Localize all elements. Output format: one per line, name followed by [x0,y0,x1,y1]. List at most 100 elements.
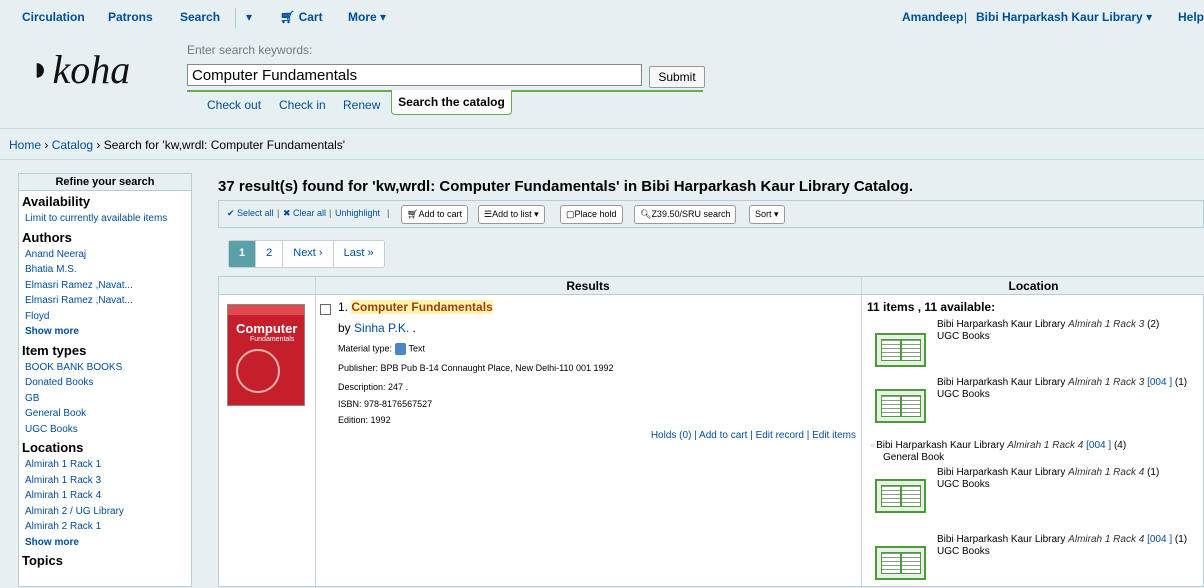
column-divider [315,277,316,588]
holding-shelf: Almirah 1 Rack 3 [1068,377,1145,388]
tab-check-in[interactable]: Check in [279,98,326,112]
add-to-cart-button[interactable]: 🛒︎Add to cart [401,205,468,224]
facet-location[interactable]: Almirah 1 Rack 4 [25,488,191,504]
select-record-checkbox[interactable] [320,304,331,315]
nav-cart[interactable]: 🛒︎ Cart [280,10,323,24]
record-author-link[interactable]: Sinha P.K. [354,321,409,335]
record-title-link[interactable]: Computer Fundamentals [351,300,493,314]
column-header-blank [219,277,315,295]
holding-call-number[interactable]: [004 ] [1147,377,1172,388]
place-hold-button[interactable]: ▢Place hold [560,205,623,224]
add-to-list-button[interactable]: ☰Add to list ▾ [478,205,545,224]
tab-renew[interactable]: Renew [343,98,380,112]
facet-title-authors: Authors [22,229,72,245]
facet-author[interactable]: Bhatia M.S. [25,262,191,278]
isbn-value: 978-8176567527 [364,399,433,409]
page-next[interactable]: Next › [283,241,334,267]
edit-record-link[interactable]: Edit record [756,430,804,441]
results-toolbar: ✔ Select all | ✖ Clear all | Unhighlight… [218,200,1204,228]
edit-items-link[interactable]: Edit items [812,430,856,441]
tab-search-catalog[interactable]: Search the catalog [391,90,512,115]
top-navbar: Circulation Patrons Search ▾ 🛒︎ Cart Mor… [0,0,1204,36]
facet-item-type[interactable]: BOOK BANK BOOKS [25,360,191,376]
nav-patrons[interactable]: Patrons [108,10,153,24]
breadcrumb-chevron-icon: › [41,138,52,152]
nav-user-separator: | [964,10,968,24]
holding-shelf: Almirah 1 Rack 4 [1068,534,1145,545]
record-add-to-cart-link[interactable]: Add to cart [699,430,747,441]
holding-text: Bibi Harparkash Kaur Library Almirah 1 R… [937,319,1159,343]
z3950-search-button[interactable]: 🔍︎Z39.50/SRU search [634,205,737,224]
holding-text: Bibi Harparkash Kaur Library Almirah 1 R… [937,467,1159,491]
toolbar-separator: | [329,208,332,218]
material-value: Text [408,343,426,354]
book-cover-image[interactable]: Computer Fundamentals [227,304,305,406]
book-icon [875,546,926,580]
z3950-label: Z39.50/SRU search [651,209,731,219]
publisher-value: BPB Pub B-14 Connaught Place, New Delhi-… [380,363,614,373]
submit-button[interactable]: Submit [649,66,705,88]
record-isbn: ISBN: 978-8176567527 [338,399,432,409]
authors-show-more[interactable]: Show more [25,324,191,340]
select-all-link[interactable]: ✔ Select all [227,208,274,219]
facet-author[interactable]: Elmasri Ramez ,Navat... [25,293,191,309]
page-2[interactable]: 2 [256,241,284,267]
cover-title: Computer [236,321,298,336]
holding-call-number[interactable]: [004 ] [1086,440,1111,451]
page-1[interactable]: 1 [229,241,257,267]
clear-all-link[interactable]: ✖ Clear all [283,208,326,219]
cover-graphic [236,349,280,393]
page-last[interactable]: Last » [334,241,384,267]
breadcrumb-chevron-icon: › [93,138,104,152]
facet-location[interactable]: Almirah 2 Rack 1 [25,519,191,535]
nav-circulation[interactable]: Circulation [22,10,85,24]
nav-cart-label: Cart [298,10,323,24]
holds-link[interactable]: Holds (0) [651,430,692,441]
breadcrumb-home[interactable]: Home [9,138,41,152]
results-table: Results Location Computer Fundamentals 1… [218,276,1204,588]
holding-text: Bibi Harparkash Kaur Library Almirah 1 R… [937,534,1187,558]
unhighlight-link[interactable]: Unhighlight [335,208,380,218]
holding-text: ▫ Bibi Harparkash Kaur Library Almirah 1… [871,440,1126,464]
holding-type: UGC Books [937,389,990,400]
edition-label: Edition: [338,415,369,425]
book-icon [875,389,926,423]
breadcrumb-catalog[interactable]: Catalog [52,138,93,152]
holding-call-number[interactable]: [004 ] [1147,534,1172,545]
facet-location[interactable]: Almirah 1 Rack 3 [25,473,191,489]
locations-show-more[interactable]: Show more [25,535,191,551]
facet-author[interactable]: Floyd [25,309,191,325]
facet-location[interactable]: Almirah 1 Rack 1 [25,457,191,473]
nav-help[interactable]: Help [1178,10,1204,24]
facet-item-type[interactable]: GB [25,391,191,407]
holding-type: UGC Books [937,546,990,557]
material-label: Material type: [338,343,393,354]
nav-more[interactable]: More ▾ [348,10,386,24]
holding-type: UGC Books [937,479,990,490]
facet-title-locations: Locations [22,440,84,455]
nav-user[interactable]: Amandeep [902,10,963,24]
facet-item-type[interactable]: General Book [25,406,191,422]
facet-item-type[interactable]: Donated Books [25,375,191,391]
column-divider [861,277,862,588]
koha-logo[interactable]: ◗ koha [30,46,130,93]
nav-library[interactable]: Bibi Harparkash Kaur Library ▾ [976,10,1152,24]
facet-author[interactable]: Elmasri Ramez ,Navat... [25,278,191,294]
holding-library: Bibi Harparkash Kaur Library [937,377,1066,388]
sort-button[interactable]: Sort ▾ [749,205,785,224]
record-title-line: 1. Computer Fundamentals [338,300,493,314]
column-header-results: Results [315,277,861,295]
nav-search[interactable]: Search [180,10,220,24]
search-input[interactable] [187,64,642,86]
record-author-line: by Sinha P.K. . [338,321,416,335]
pagination: 1 2 Next › Last » [228,240,385,268]
tab-check-out[interactable]: Check out [207,98,261,112]
facet-limit-available[interactable]: Limit to currently available items [25,211,191,227]
holding-type: UGC Books [937,331,990,342]
facet-item-type[interactable]: UGC Books [25,422,191,438]
facet-location[interactable]: Almirah 2 / UG Library [25,504,191,520]
record-number: 1. [338,300,349,314]
action-separator: | [806,430,810,441]
nav-search-dropdown[interactable]: ▾ [246,10,252,24]
facet-author[interactable]: Anand Neeraj [25,247,191,263]
